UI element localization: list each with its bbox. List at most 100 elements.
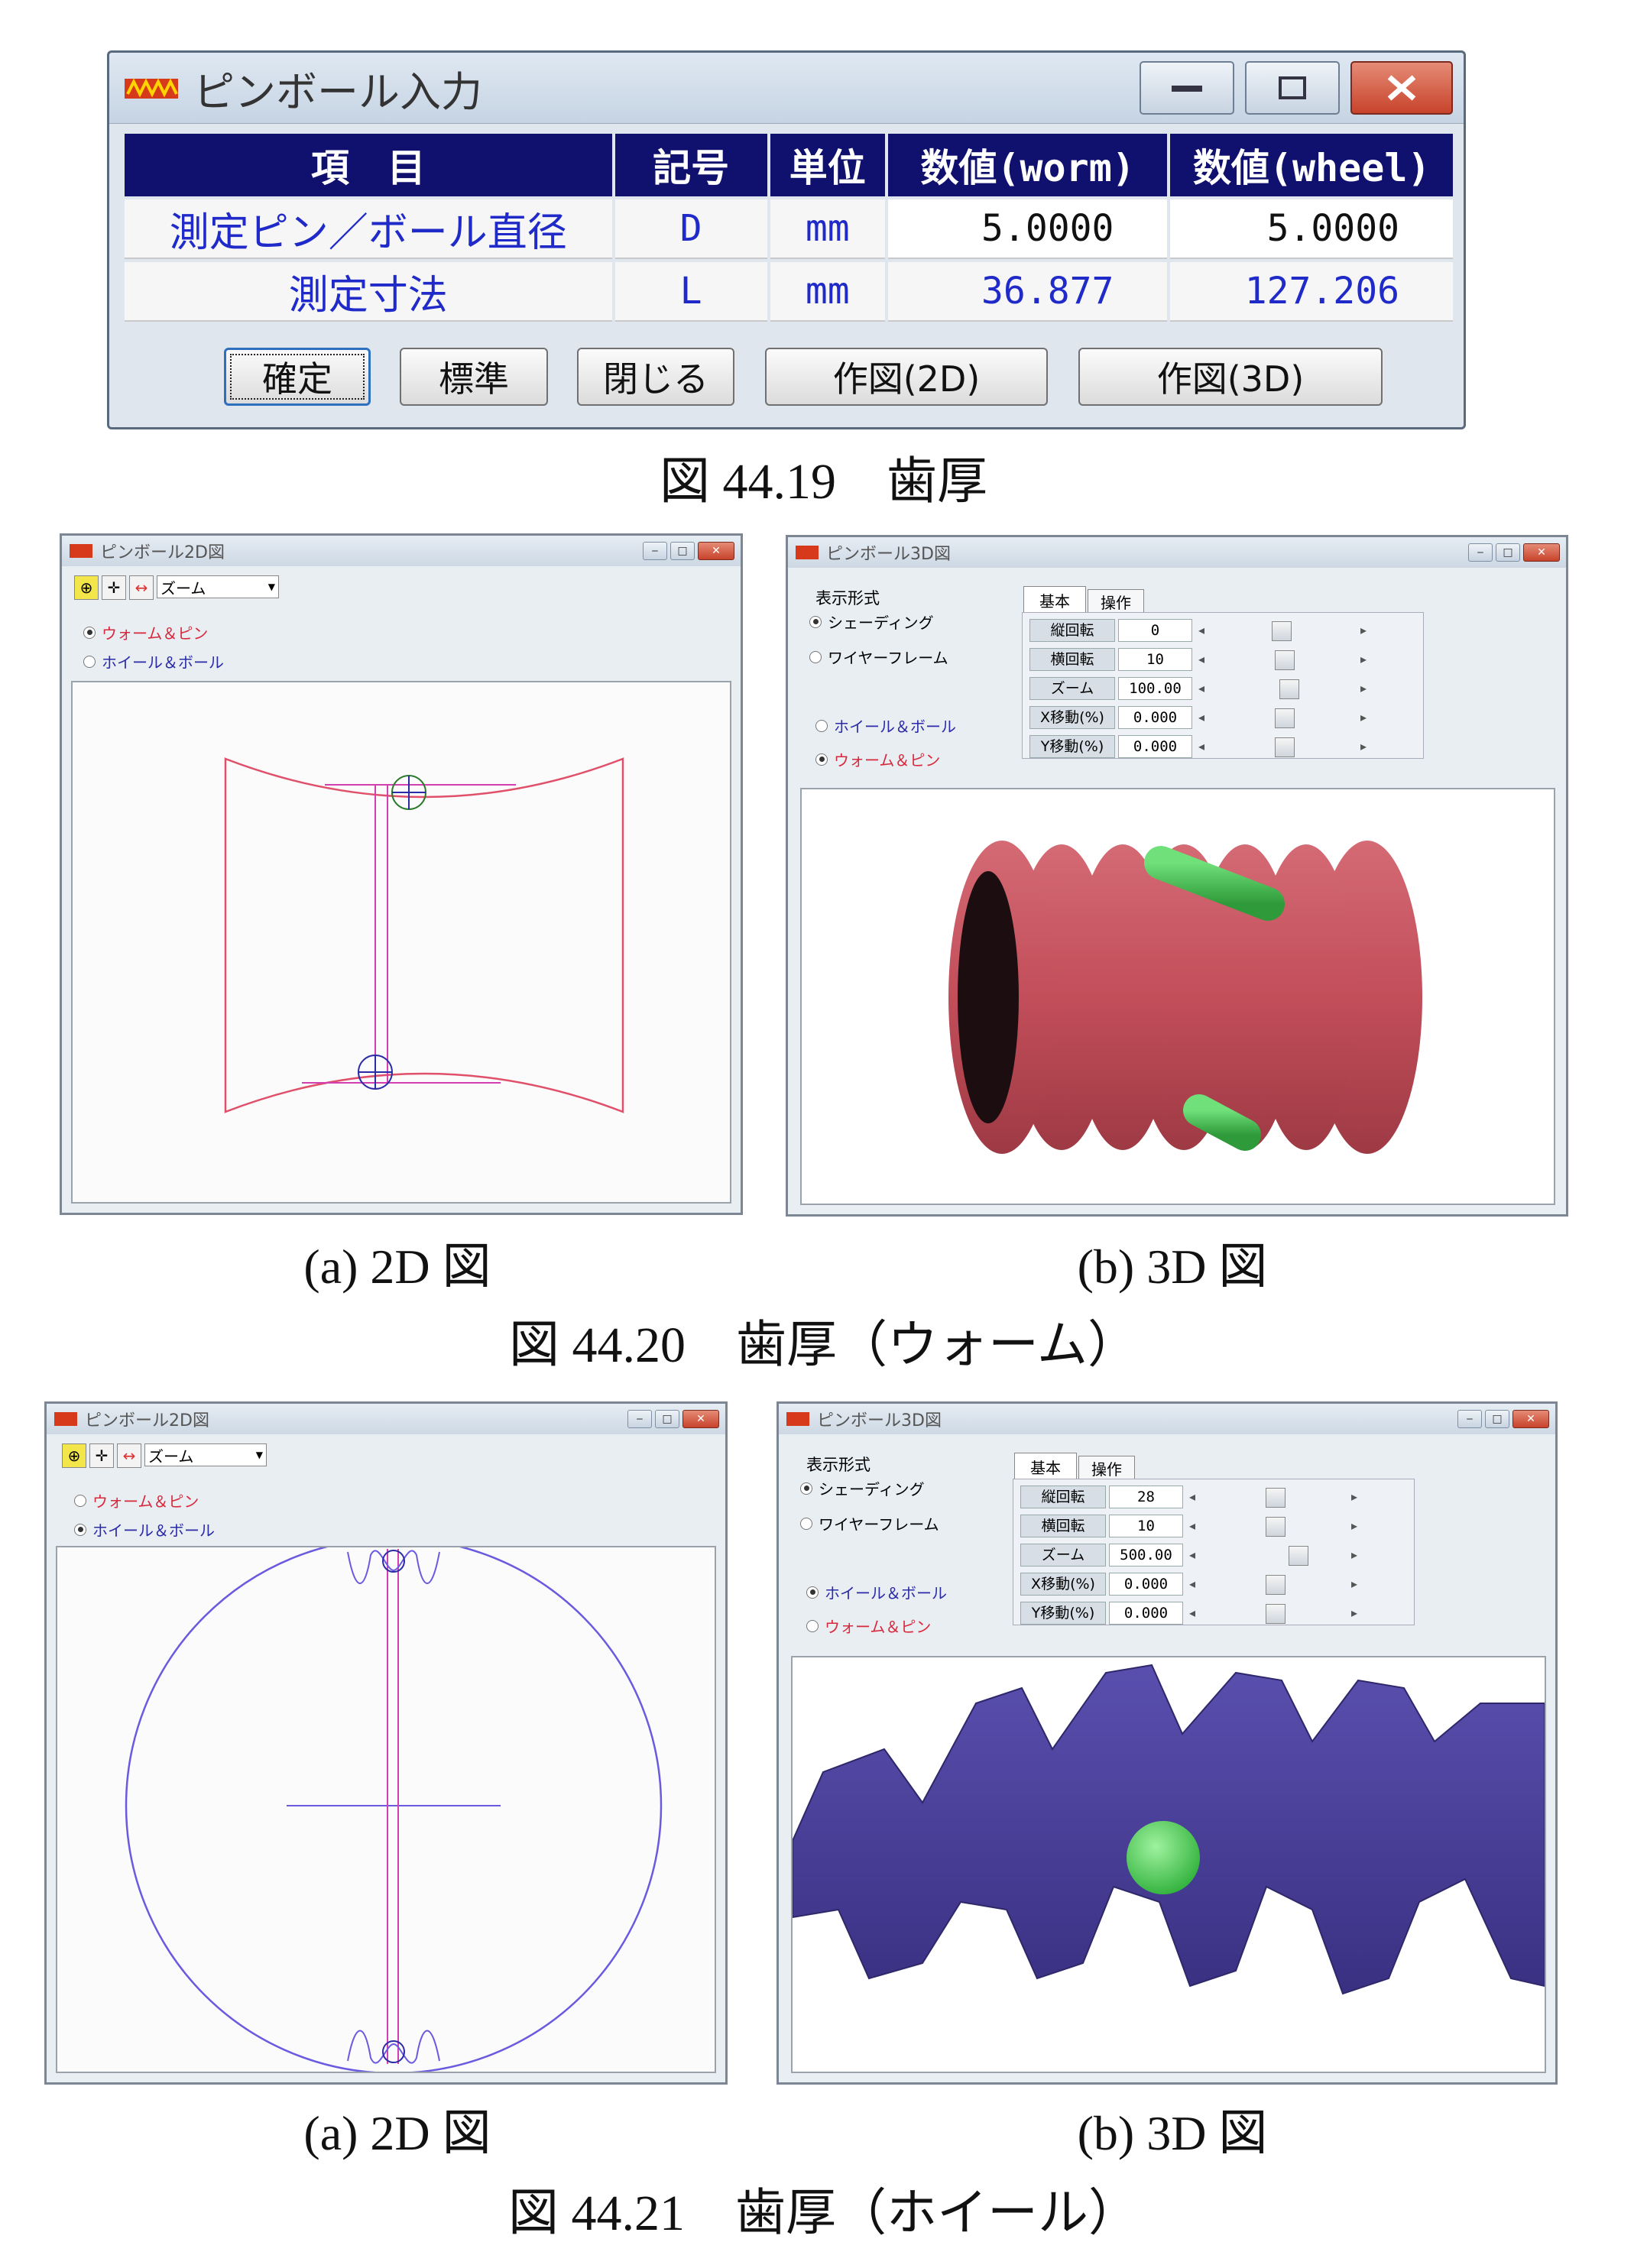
maximize-icon: [1279, 76, 1306, 99]
close-button[interactable]: ✕: [682, 1410, 719, 1428]
radio-wheel-ball[interactable]: ホイール＆ボール: [74, 1518, 215, 1541]
tab-basic[interactable]: 基本: [1023, 586, 1086, 614]
dialog-title: ピンボール入力: [193, 67, 482, 116]
zoom-select-value: ズーム: [160, 578, 206, 598]
fit-width-icon[interactable]: ↔: [129, 575, 154, 600]
maximize-button[interactable]: □: [1496, 543, 1520, 562]
close-button[interactable]: ✕: [1512, 1410, 1549, 1428]
radio-worm-pin[interactable]: ウォーム＆ピン: [74, 1489, 199, 1511]
toolbar: ⊕ ✛ ↔ ズーム ▼: [62, 1443, 267, 1468]
slider[interactable]: ◂ ▸: [1189, 1573, 1357, 1595]
confirm-button[interactable]: 確定: [224, 348, 371, 406]
x-move-control[interactable]: X移動(%) 0.000 ◂ ▸: [1020, 1572, 1357, 1596]
slider[interactable]: ◂ ▸: [1198, 707, 1367, 728]
close-button[interactable]: ✕: [698, 542, 734, 560]
standard-button[interactable]: 標準: [400, 348, 548, 406]
input-wheel-ball-diameter[interactable]: 5.0000: [1170, 199, 1453, 259]
maximize-button[interactable]: □: [655, 1410, 679, 1428]
minimize-button[interactable]: ‒: [643, 542, 667, 560]
slider[interactable]: ◂ ▸: [1189, 1486, 1357, 1508]
slider[interactable]: ◂ ▸: [1189, 1544, 1357, 1566]
x-move-control[interactable]: X移動(%) 0.000 ◂ ▸: [1029, 705, 1367, 730]
tab-basic[interactable]: 基本: [1014, 1453, 1077, 1480]
slider[interactable]: ◂ ▸: [1189, 1602, 1357, 1624]
radio-label: ホイール＆ボール: [834, 718, 956, 736]
close-button[interactable]: [1350, 61, 1453, 115]
control-value[interactable]: 0: [1118, 619, 1192, 642]
subcaption-2d: (a) 2D 図: [303, 2106, 491, 2160]
minimize-button[interactable]: ‒: [627, 1410, 652, 1428]
slider-thumb: [1275, 708, 1295, 728]
control-value[interactable]: 10: [1109, 1515, 1183, 1537]
draw-3d-button[interactable]: 作図(3D): [1078, 348, 1383, 406]
zoom-in-icon[interactable]: ⊕: [74, 575, 99, 600]
control-value[interactable]: 10: [1118, 648, 1192, 671]
control-value[interactable]: 500.00: [1109, 1544, 1183, 1567]
control-label: 縦回転: [1020, 1486, 1106, 1508]
slider[interactable]: ◂ ▸: [1198, 649, 1367, 670]
tab-operation[interactable]: 操作: [1078, 1456, 1135, 1480]
minimize-button[interactable]: ‒: [1468, 543, 1493, 562]
vertical-rotation-control[interactable]: 縦回転 0 ◂ ▸: [1029, 618, 1367, 643]
tab-operation[interactable]: 操作: [1088, 589, 1144, 614]
move-icon[interactable]: ✛: [89, 1443, 114, 1468]
radio-wheel-ball[interactable]: ホイール＆ボール: [83, 650, 224, 672]
control-value[interactable]: 0.000: [1118, 735, 1192, 758]
fit-width-icon[interactable]: ↔: [117, 1443, 141, 1468]
close-dialog-button[interactable]: 閉じる: [577, 348, 734, 406]
input-worm-pin-diameter[interactable]: 5.0000: [887, 199, 1168, 259]
radio-worm-pin[interactable]: ウォーム＆ピン: [83, 621, 208, 643]
vertical-rotation-control[interactable]: 縦回転 28 ◂ ▸: [1020, 1485, 1357, 1509]
control-value[interactable]: 0.000: [1118, 706, 1192, 729]
radio-wheel-ball[interactable]: ホイール＆ボール: [806, 1581, 947, 1603]
maximize-button[interactable]: □: [1485, 1410, 1509, 1428]
maximize-button[interactable]: □: [670, 542, 695, 560]
y-move-control[interactable]: Y移動(%) 0.000 ◂ ▸: [1029, 734, 1367, 759]
close-button[interactable]: ✕: [1523, 543, 1560, 562]
zoom-select[interactable]: ズーム ▼: [157, 575, 279, 598]
radio-shading[interactable]: シェーディング: [800, 1477, 925, 1499]
move-icon[interactable]: ✛: [102, 575, 126, 600]
control-value[interactable]: 0.000: [1109, 1573, 1183, 1596]
radio-wireframe[interactable]: ワイヤーフレーム: [800, 1512, 939, 1534]
minimize-button[interactable]: ‒: [1457, 1410, 1482, 1428]
radio-worm-pin[interactable]: ウォーム＆ピン: [806, 1615, 931, 1637]
value-worm-measured: 36.877: [887, 262, 1168, 322]
slider[interactable]: ◂ ▸: [1189, 1515, 1357, 1537]
radio-label: ワイヤーフレーム: [828, 649, 948, 667]
zoom-select[interactable]: ズーム ▼: [144, 1443, 267, 1466]
control-value[interactable]: 0.000: [1109, 1602, 1183, 1625]
minimize-button[interactable]: [1140, 61, 1234, 115]
draw-2d-button[interactable]: 作図(2D): [765, 348, 1048, 406]
chevron-down-icon: ▼: [255, 1450, 263, 1460]
col-header-worm: 数値(worm): [887, 134, 1168, 196]
horizontal-rotation-control[interactable]: 横回転 10 ◂ ▸: [1029, 647, 1367, 672]
cell-unit: mm: [770, 199, 885, 259]
slider[interactable]: ◂ ▸: [1198, 620, 1367, 641]
radio-dot: [809, 650, 822, 663]
slider[interactable]: ◂ ▸: [1198, 678, 1367, 699]
radio-wireframe[interactable]: ワイヤーフレーム: [809, 646, 948, 668]
radio-dot: [83, 655, 96, 668]
control-value[interactable]: 100.00: [1118, 677, 1192, 700]
drawing-canvas-2d: [71, 681, 731, 1204]
zoom-in-icon[interactable]: ⊕: [62, 1443, 86, 1468]
slider[interactable]: ◂ ▸: [1198, 736, 1367, 757]
radio-shading[interactable]: シェーディング: [809, 611, 934, 633]
control-value[interactable]: 28: [1109, 1486, 1183, 1508]
row-label-measured-dimension: 測定寸法: [125, 262, 612, 322]
pinball-3d-window-worm: ピンボール3D図 ‒ □ ✕ 表示形式 シェーディング ワイヤーフレーム ホイー…: [786, 535, 1568, 1217]
display-mode-label: 表示形式: [815, 589, 880, 608]
app-logo-icon: [70, 544, 92, 558]
maximize-button[interactable]: [1245, 61, 1340, 115]
radio-wheel-ball[interactable]: ホイール＆ボール: [815, 714, 956, 737]
horizontal-rotation-control[interactable]: 横回転 10 ◂ ▸: [1020, 1514, 1357, 1538]
toolbar: ⊕ ✛ ↔ ズーム ▼: [74, 575, 279, 600]
zoom-control[interactable]: ズーム 100.00 ◂ ▸: [1029, 676, 1367, 701]
app-logo-icon: [125, 78, 178, 99]
zoom-control[interactable]: ズーム 500.00 ◂ ▸: [1020, 1543, 1357, 1567]
radio-worm-pin[interactable]: ウォーム＆ピン: [815, 748, 940, 770]
worm-outline: [224, 757, 624, 1113]
y-move-control[interactable]: Y移動(%) 0.000 ◂ ▸: [1020, 1601, 1357, 1625]
window-titlebar: ピンボール2D図 ‒ □ ✕: [62, 536, 741, 566]
